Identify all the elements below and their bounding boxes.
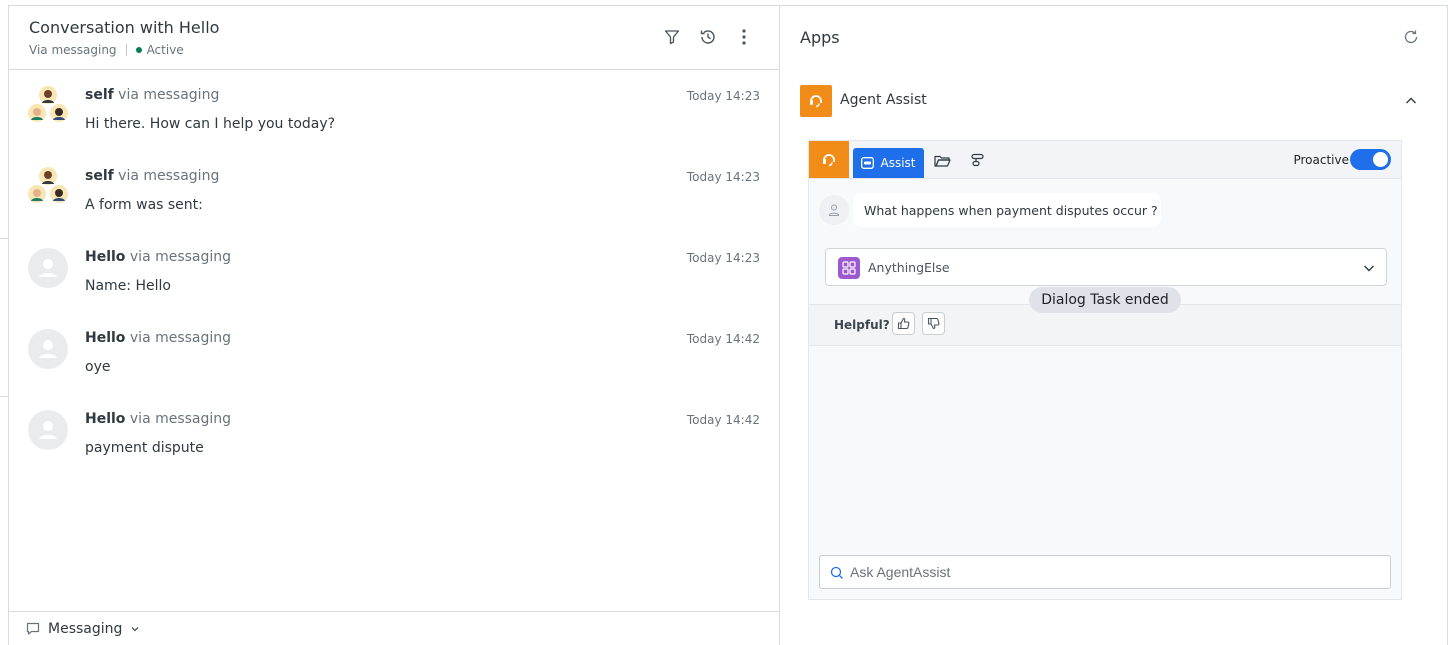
message-sender: self via messaging: [85, 168, 220, 184]
tab-assist[interactable]: Assist: [853, 148, 924, 178]
message-timestamp: Today 14:23: [686, 251, 760, 265]
message-timestamp: Today 14:23: [686, 170, 760, 184]
group-avatar: [28, 167, 68, 207]
dialog-ended-badge: Dialog Task ended: [1029, 287, 1181, 313]
library-icon[interactable]: [970, 153, 988, 169]
message-item: self via messaging Today 14:23 A form wa…: [28, 167, 760, 237]
app-name: Agent Assist: [840, 92, 927, 108]
more-vertical-icon[interactable]: [735, 28, 753, 46]
conversation-header: Conversation with Hello Via messaging Ac…: [9, 6, 779, 70]
ask-agentassist-input[interactable]: [850, 556, 1380, 588]
agent-assist-widget: Assist Proactive What happens when payme…: [808, 140, 1402, 600]
search-icon: [830, 566, 843, 579]
conversation-subtitle: Via messaging Active: [29, 43, 184, 57]
message-sender: Hello via messaging: [85, 411, 232, 427]
message-sender: Hello via messaging: [85, 249, 232, 265]
thumbs-down-icon[interactable]: [922, 312, 945, 335]
agent-assist-logo-icon: [800, 85, 832, 117]
tab-assist-label: Assist: [880, 156, 916, 170]
message-text: Name: Hello: [85, 278, 171, 294]
refresh-icon[interactable]: [1403, 29, 1421, 47]
message-sender: self via messaging: [85, 87, 220, 103]
thumbs-up-icon[interactable]: [892, 312, 915, 335]
headset-icon: [809, 141, 849, 178]
agent-assist-toolbar: Assist Proactive: [809, 141, 1401, 179]
proactive-label: Proactive: [1293, 153, 1349, 167]
message-text: oye: [85, 359, 111, 375]
message-text: Hi there. How can I help you today?: [85, 116, 336, 132]
message-item: Hello via messaging Today 14:23 Name: He…: [28, 248, 760, 318]
message-timestamp: Today 14:42: [686, 413, 760, 427]
chevron-down-icon: [1362, 260, 1376, 274]
history-icon[interactable]: [699, 28, 717, 46]
default-user-avatar: [28, 248, 68, 288]
chat-bubble-icon: [26, 622, 40, 635]
helpful-label: Helpful?: [834, 318, 890, 332]
conversation-title: Conversation with Hello: [29, 18, 220, 37]
app-header-agent-assist[interactable]: Agent Assist: [800, 85, 1420, 117]
message-item: Hello via messaging Today 14:42 payment …: [28, 410, 760, 480]
default-user-avatar: [28, 329, 68, 369]
default-user-avatar: [28, 410, 68, 450]
channel-switcher-label: Messaging: [48, 620, 123, 637]
channel-label: Via messaging: [29, 43, 117, 57]
divider: [0, 238, 8, 239]
user-icon: [819, 195, 849, 225]
status-label: Active: [146, 43, 184, 57]
chevron-up-icon[interactable]: [1404, 93, 1420, 109]
apps-title: Apps: [800, 28, 840, 47]
divider: [0, 396, 8, 397]
page: Conversation with Hello Via messaging Ac…: [0, 0, 1448, 645]
divider: [125, 44, 127, 56]
apps-panel: Apps Agent Assist Assist Proactive What …: [780, 5, 1448, 645]
message-item: self via messaging Today 14:23 Hi there.…: [28, 86, 760, 156]
status-dot-icon: [135, 47, 142, 53]
header-actions: [663, 28, 753, 46]
message-timestamp: Today 14:23: [686, 89, 760, 103]
ask-agentassist-field[interactable]: [819, 555, 1391, 589]
proactive-toggle[interactable]: [1350, 149, 1391, 170]
conversation-panel: Conversation with Hello Via messaging Ac…: [8, 5, 780, 645]
intent-label: AnythingElse: [868, 260, 950, 275]
channel-switcher[interactable]: Messaging: [9, 611, 779, 645]
message-timestamp: Today 14:42: [686, 332, 760, 346]
group-avatar: [28, 86, 68, 126]
message-text: A form was sent:: [85, 197, 203, 213]
folder-icon[interactable]: [934, 153, 952, 169]
message-sender: Hello via messaging: [85, 330, 232, 346]
message-item: Hello via messaging Today 14:42 oye: [28, 329, 760, 399]
assist-icon: [861, 157, 875, 169]
chevron-down-icon: [131, 626, 139, 631]
dialog-task-icon: [838, 257, 860, 279]
question-bubble: What happens when payment disputes occur…: [853, 193, 1161, 227]
intent-dropdown[interactable]: AnythingElse: [825, 248, 1387, 286]
filter-icon[interactable]: [663, 28, 681, 46]
message-text: payment dispute: [85, 440, 204, 456]
